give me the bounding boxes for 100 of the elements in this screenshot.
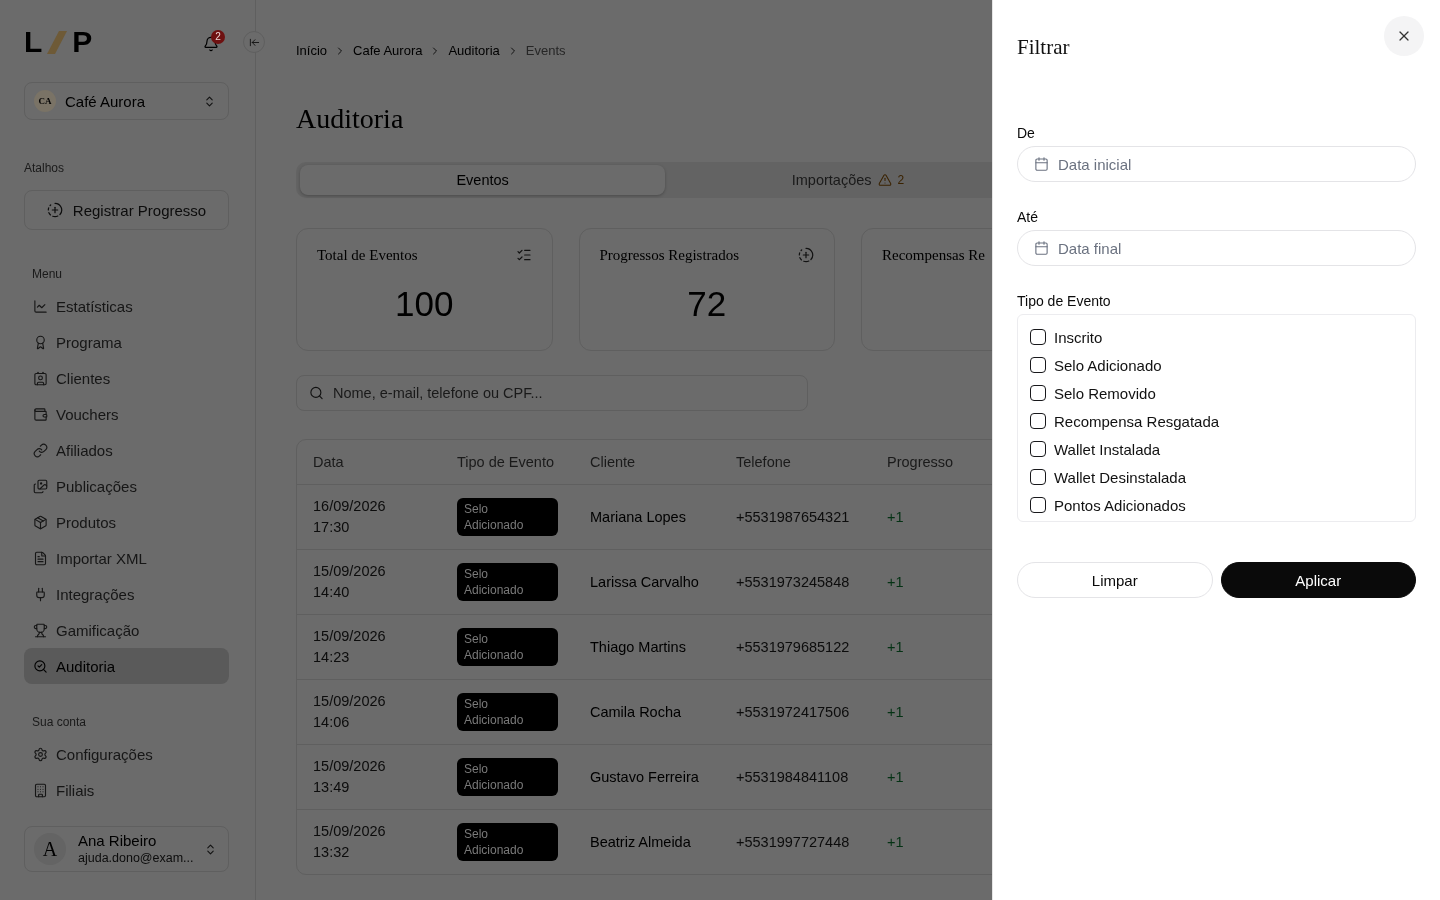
plug-icon [33, 586, 48, 602]
event-type-badge: Selo Adicionado [457, 563, 558, 601]
menu-item[interactable]: Clientes [24, 360, 229, 396]
menu-item[interactable]: Afiliados [24, 432, 229, 468]
phone-number: +5531973245848 [736, 574, 850, 590]
event-date: 15/09/2026 [313, 562, 386, 581]
event-time: 17:30 [313, 518, 350, 537]
section-label: Menu [32, 266, 63, 282]
column-header: Cliente [589, 454, 637, 470]
checkbox[interactable] [1030, 469, 1046, 485]
user-menu-button[interactable]: A Ana Ribeiro ajuda.dono@exam... [24, 826, 229, 872]
menu-item[interactable]: Vouchers [24, 396, 229, 432]
checkbox-label[interactable]: Wallet Desinstalada [1054, 468, 1186, 486]
warning-count: 2 [897, 173, 905, 187]
tab[interactable]: Eventos [300, 165, 666, 195]
notifications-button[interactable]: 2 [200, 29, 225, 55]
shortcut-button[interactable]: Registrar Progresso [24, 190, 229, 230]
chevrons-up-down-icon [203, 94, 216, 108]
document-icon [33, 550, 48, 566]
progress-value: +1 [887, 704, 904, 720]
checkbox-label[interactable]: Selo Adicionado [1054, 356, 1162, 374]
checkbox-label[interactable]: Recompensa Resgatada [1054, 412, 1220, 430]
field-label: De [1017, 124, 1035, 142]
collapse-sidebar-button[interactable] [243, 31, 265, 53]
user-email: ajuda.dono@exam... [78, 849, 192, 867]
date-field[interactable]: Data inicial [1017, 146, 1416, 182]
menu-item[interactable]: Integrações [24, 576, 229, 612]
checkbox[interactable] [1030, 357, 1046, 373]
section-label: Sua conta [32, 714, 87, 730]
link-icon [33, 442, 48, 458]
circle-plus-icon [798, 247, 814, 263]
images-icon [33, 478, 48, 494]
checkbox-label[interactable]: Pontos Adicionados [1054, 496, 1186, 514]
breadcrumb-link[interactable]: Auditoria [448, 42, 500, 60]
client-name: Thiago Martins [590, 639, 686, 655]
event-date: 15/09/2026 [313, 822, 386, 841]
close-button[interactable] [1384, 16, 1424, 56]
checkbox-label[interactable]: Selo Removido [1054, 384, 1156, 402]
client-name: Beatriz Almeida [590, 834, 691, 850]
progress-value: +1 [887, 509, 904, 525]
breadcrumb-current: Events [525, 42, 566, 60]
menu-item[interactable]: Configurações [24, 736, 229, 772]
phone-number: +5531984841108 [736, 769, 849, 785]
date-field[interactable]: Data final [1017, 230, 1416, 266]
stat-title: Total de Eventos [317, 246, 418, 264]
stat-title: Recompensas Re [882, 246, 985, 264]
search-field[interactable]: Nome, e-mail, telefone ou CPF... [296, 375, 808, 411]
checkbox[interactable] [1030, 497, 1046, 513]
event-date: 15/09/2026 [313, 627, 386, 646]
breadcrumb-link[interactable]: Início [296, 42, 328, 60]
menu-item[interactable]: Publicações [24, 468, 229, 504]
column-header: Progresso [886, 454, 955, 470]
menu-item[interactable]: Produtos [24, 504, 229, 540]
checkbox-label[interactable]: Wallet Instalada [1054, 440, 1161, 458]
menu-item[interactable]: Auditoria [24, 648, 229, 684]
circle-plus-icon [46, 202, 63, 218]
section-label: Atalhos [24, 160, 65, 176]
checkbox-label[interactable]: Inscrito [1054, 328, 1103, 346]
notification-badge: 2 [211, 29, 225, 44]
stat-value: 72 [686, 283, 728, 325]
event-date: 15/09/2026 [313, 757, 386, 776]
user-name: Ana Ribeiro [78, 831, 158, 850]
breadcrumb-link[interactable]: Cafe Aurora [353, 42, 423, 60]
event-type-badge: Selo Adicionado [457, 498, 558, 536]
phone-number: +5531972417506 [736, 704, 850, 720]
event-type-badge: Selo Adicionado [457, 758, 558, 796]
checkbox[interactable] [1030, 385, 1046, 401]
menu-item[interactable]: Programa [24, 324, 229, 360]
list-checks-icon [515, 247, 532, 263]
workspace-selector[interactable]: CA Café Aurora [24, 82, 229, 120]
progress-value: +1 [887, 769, 904, 785]
phone-number: +5531997727448 [736, 834, 850, 850]
checkbox[interactable] [1030, 441, 1046, 457]
progress-value: +1 [887, 574, 904, 590]
calendar-icon [1034, 240, 1049, 256]
trophy-icon [33, 622, 48, 638]
event-date: 15/09/2026 [313, 692, 386, 711]
menu-item[interactable]: Estatísticas [24, 288, 229, 324]
clear-button[interactable]: Limpar [1017, 562, 1213, 598]
menu-item[interactable]: Gamificação [24, 612, 229, 648]
column-header: Telefone [735, 454, 792, 470]
client-name: Larissa Carvalho [590, 574, 699, 590]
checkbox[interactable] [1030, 329, 1046, 345]
settings-icon [33, 746, 48, 762]
field-label: Tipo de Evento [1017, 292, 1111, 310]
menu-item[interactable]: Importar XML [24, 540, 229, 576]
search-check-icon [33, 658, 48, 674]
apply-button[interactable]: Aplicar [1220, 562, 1416, 598]
column-header: Data [312, 454, 345, 470]
column-header: Tipo de Evento [456, 454, 555, 470]
event-time: 13:32 [313, 843, 350, 862]
progress-value: +1 [887, 639, 904, 655]
building-icon [33, 782, 48, 798]
menu-item[interactable]: Filiais [24, 772, 229, 808]
checkbox[interactable] [1030, 413, 1046, 429]
client-name: Camila Rocha [590, 704, 682, 720]
event-date: 16/09/2026 [313, 497, 386, 516]
phone-number: +5531979685122 [736, 639, 850, 655]
logo: L P [24, 28, 93, 56]
workspace-avatar: CA [34, 90, 56, 112]
